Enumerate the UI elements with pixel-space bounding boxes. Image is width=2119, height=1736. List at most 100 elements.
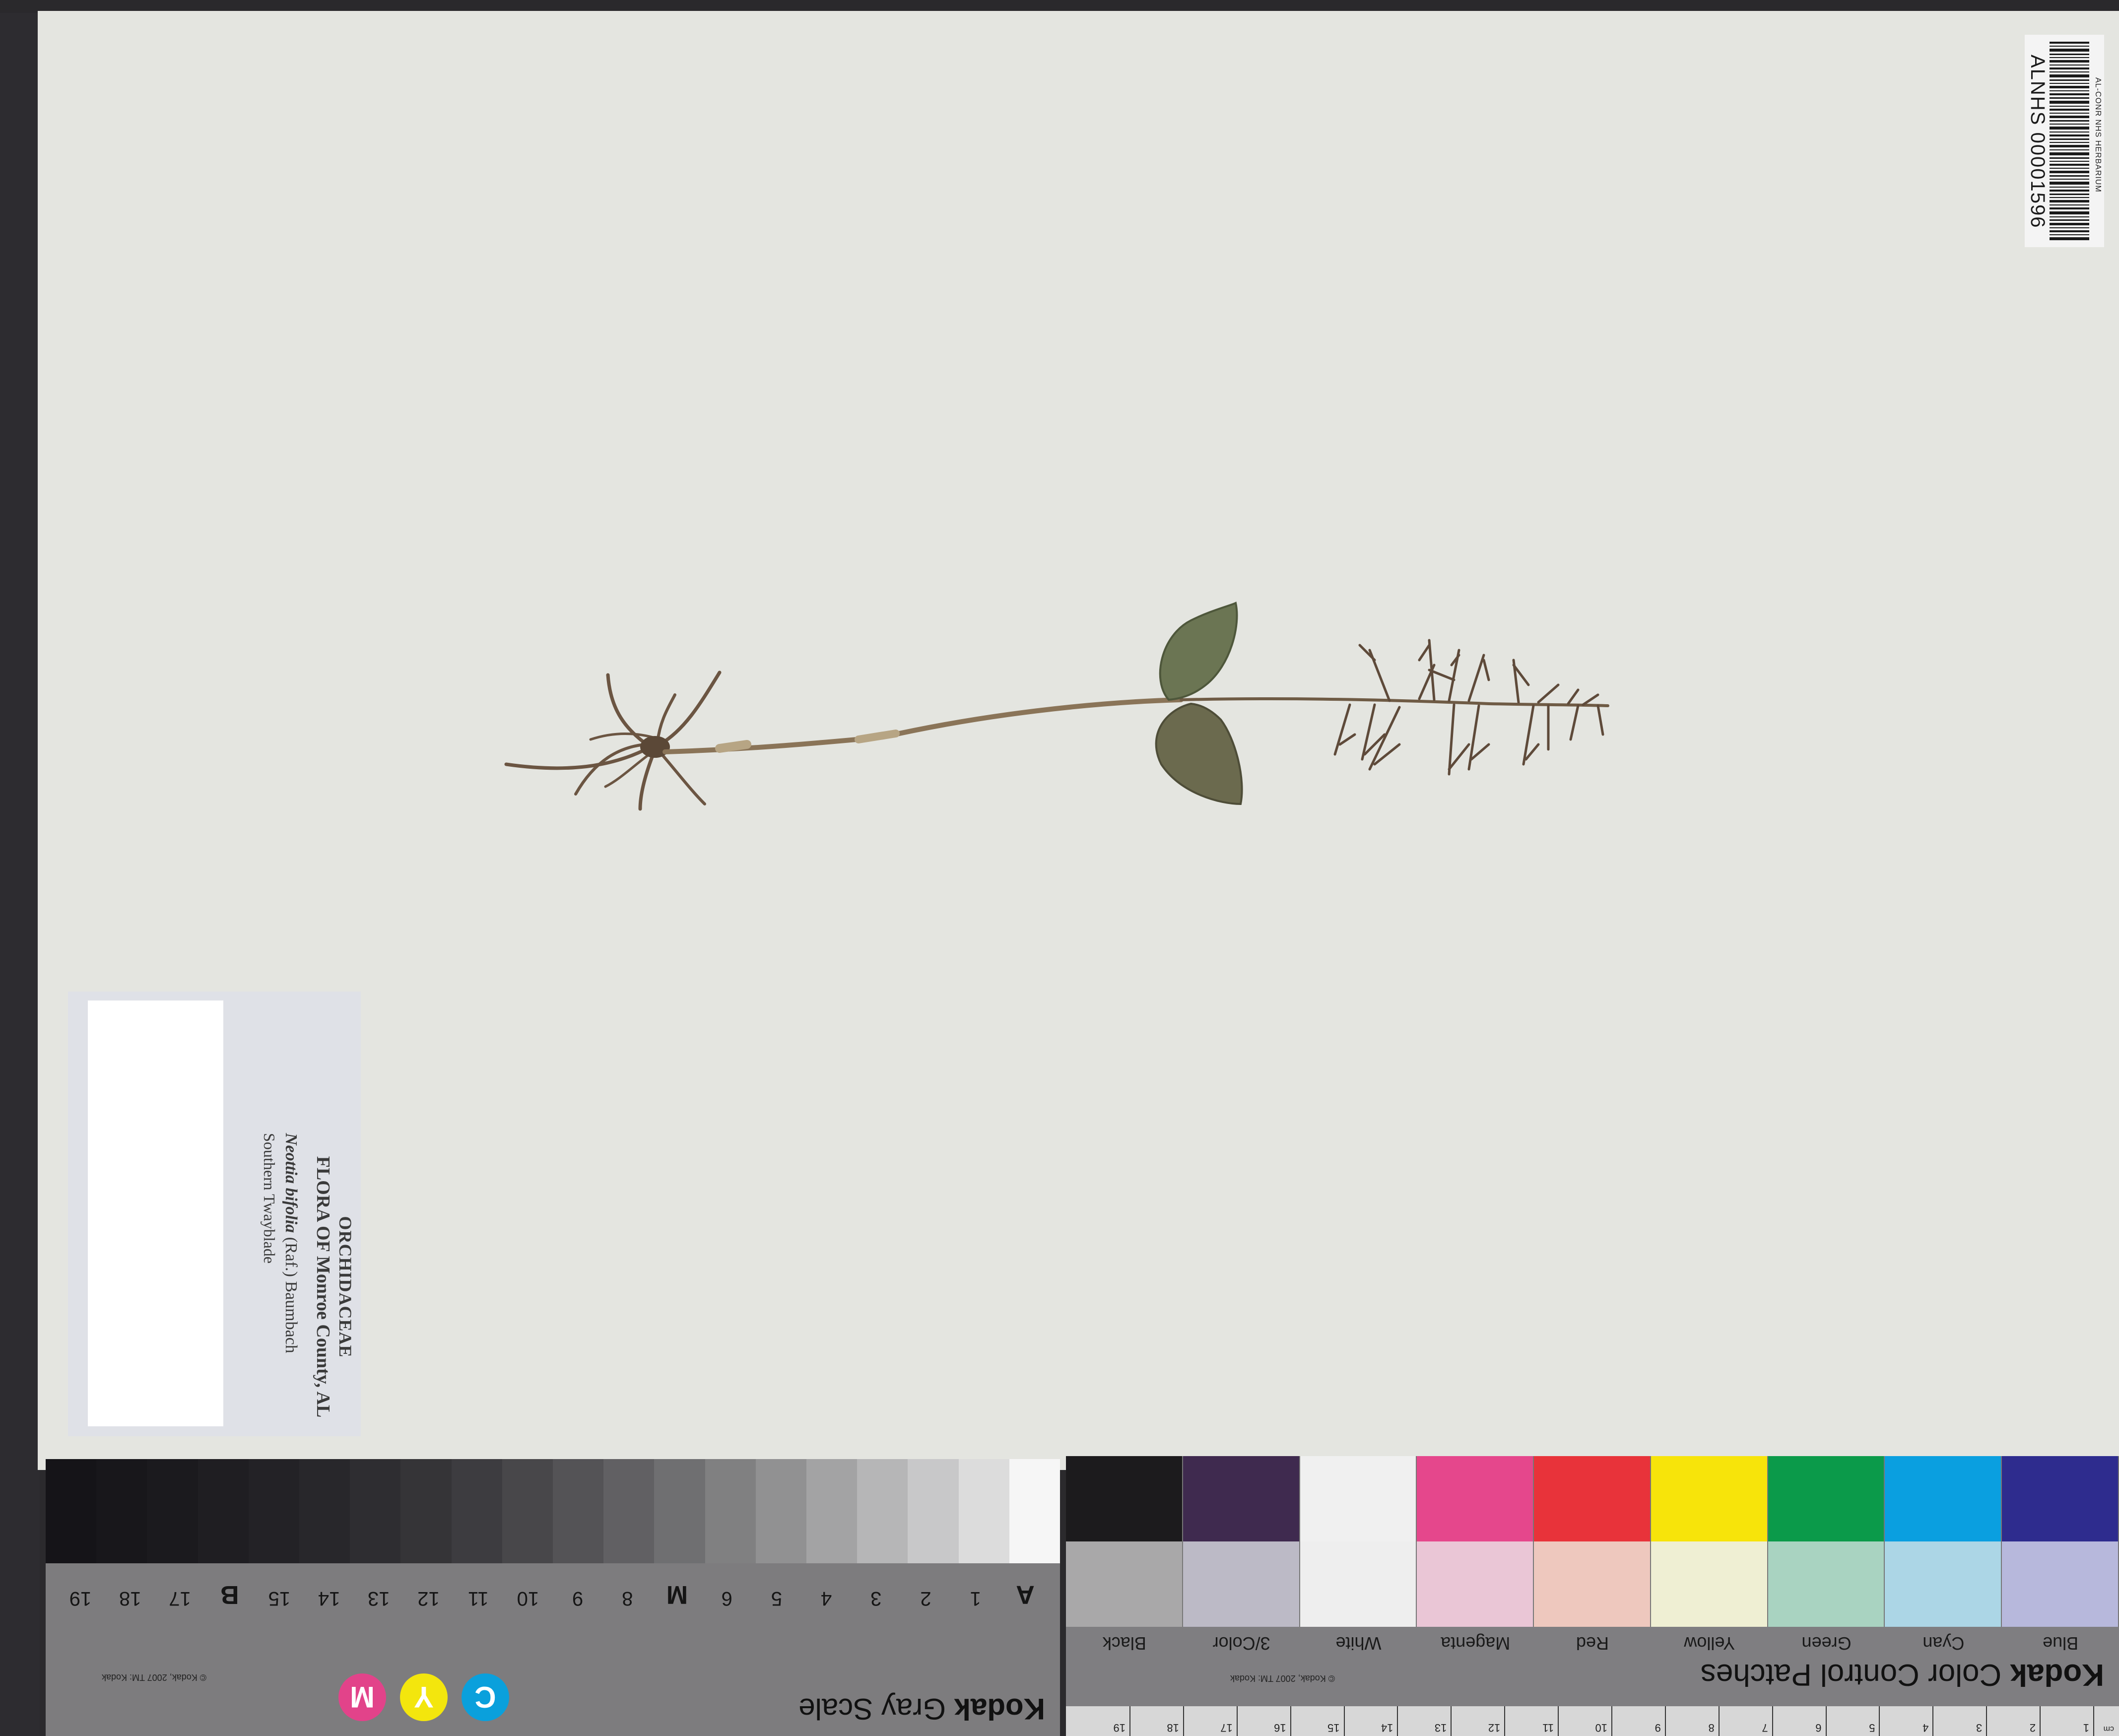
color-patch-bottom (1065, 1541, 1183, 1627)
color-patch-bottom (1183, 1541, 1300, 1627)
color-patch-top (1651, 1456, 1768, 1541)
gray-patch (857, 1459, 908, 1563)
ruler-tick-label: 13 (1434, 1722, 1447, 1734)
gray-patch (502, 1459, 553, 1563)
ruler-tick-label: 2 (2029, 1722, 2036, 1734)
gray-patch (96, 1459, 147, 1563)
herbarium-specimen-scene: ORCHIDACEAE FLORA OF Monroe County, AL N… (0, 0, 2119, 1736)
gray-tick-label: 18 (119, 1588, 141, 1609)
color-patch-name: Magenta (1441, 1633, 1511, 1654)
color-patch-name: 3/Color (1212, 1633, 1270, 1654)
gray-tick-label: 13 (368, 1588, 390, 1609)
cmy-letter: Y (413, 1680, 434, 1714)
ruler-tick-label: 8 (1708, 1722, 1715, 1734)
barcode-institution: AL-CONR NHS HERBARIUM (2094, 77, 2102, 193)
color-patch-name: Cyan (1922, 1633, 1965, 1654)
color-patch-bottom (1300, 1541, 1417, 1627)
gray-scale-name: Gray Scale (798, 1692, 946, 1726)
gray-patch (350, 1459, 401, 1563)
ruler-tick: 5 (1826, 1706, 1880, 1736)
ruler-tick-label: 11 (1542, 1722, 1554, 1734)
gray-tick-label: 19 (69, 1588, 92, 1609)
ruler-tick: 4 (1880, 1706, 1934, 1736)
color-patches-title: Kodak Color Control Patches (1701, 1657, 2104, 1692)
gray-tick-label: B (220, 1580, 239, 1609)
color-patch-names: Blue Cyan Green Yellow Red Magenta White 3/Colo… (1066, 1632, 2119, 1654)
gray-tick-labels: A 1 2 3 4 5 6 M 8 9 10 11 12 13 14 15 B 17 18 19 (56, 1575, 1050, 1609)
color-patches-bottom-row (1065, 1541, 2119, 1627)
ruler-tick-label: 19 (1113, 1722, 1126, 1734)
gray-patch (755, 1459, 806, 1563)
ruler-unit: cm (2103, 1725, 2114, 1733)
gray-tick-label: 8 (622, 1588, 633, 1609)
barcode-bars (2050, 42, 2089, 240)
gray-patch (451, 1459, 502, 1563)
ruler-tick: 17 (1184, 1706, 1238, 1736)
gray-tick-label: 1 (970, 1588, 981, 1609)
ruler-tick: 8 (1665, 1706, 1720, 1736)
kodak-gray-scale-card: A 1 2 3 4 5 6 M 8 9 10 11 12 13 14 15 B 17 18 19 Kodak Gray… (45, 1459, 1060, 1736)
ruler-tick: 6 (1773, 1706, 1827, 1736)
color-patch-name: Yellow (1684, 1633, 1735, 1654)
cmy-circle: C (462, 1673, 509, 1721)
ruler-tick-label: 4 (1922, 1722, 1929, 1734)
color-patch-bottom (1885, 1541, 2002, 1627)
gray-scale-lower: A 1 2 3 4 5 6 M 8 9 10 11 12 13 14 15 B 17 18 19 Kodak Gray… (46, 1563, 1060, 1736)
color-patch-top (1768, 1456, 1885, 1541)
ruler-tick: 7 (1719, 1706, 1773, 1736)
label-common-name: Southern Twayblade (261, 1133, 278, 1264)
gray-tick-label: 11 (467, 1588, 489, 1609)
gray-patch (45, 1459, 97, 1563)
label-family: ORCHIDACEAE (335, 1216, 355, 1358)
ruler-tick-label: 12 (1488, 1722, 1501, 1734)
color-patch-top (1417, 1456, 1534, 1541)
ruler-tick-label: 16 (1274, 1722, 1286, 1734)
kodak-color-patches-card: Blue Cyan Green Yellow Red Magenta White 3/Colo… (1065, 1456, 2119, 1736)
gray-patch (147, 1459, 198, 1563)
color-patch-bottom (1768, 1541, 1885, 1627)
ruler-tick-label: 14 (1381, 1722, 1393, 1734)
gray-scale-title: Kodak Gray Scale (798, 1692, 1045, 1726)
ruler-tick: 14 (1344, 1706, 1398, 1736)
color-patches-lower: Blue Cyan Green Yellow Red Magenta White 3/Colo… (1066, 1627, 2119, 1736)
gray-patch (654, 1459, 705, 1563)
ruler-tick: 11 (1505, 1706, 1559, 1736)
gray-tick-label: 2 (920, 1588, 931, 1609)
gray-tick-label: 9 (572, 1588, 584, 1609)
gray-tick-label: 4 (820, 1588, 832, 1609)
color-patch-name: Red (1576, 1633, 1609, 1654)
ruler-tick: 2 (1987, 1706, 2041, 1736)
gray-copyright: © Kodak, 2007 TM: Kodak (101, 1672, 206, 1682)
color-patch-top (1885, 1456, 2002, 1541)
color-patch-name: Black (1102, 1633, 1146, 1654)
gray-patch (198, 1459, 249, 1563)
ruler-tick: 13 (1398, 1706, 1452, 1736)
label-text-block: ORCHIDACEAE FLORA OF Monroe County, AL N… (227, 1133, 356, 1441)
ruler-tick-label: 18 (1167, 1722, 1179, 1734)
gray-patch (400, 1459, 452, 1563)
color-patch-bottom (1417, 1541, 1534, 1627)
gray-tick-label: 10 (517, 1588, 539, 1609)
ruler-tick-label: 17 (1220, 1722, 1233, 1734)
ruler-tick-label: 10 (1595, 1722, 1607, 1734)
cmy-circle: Y (400, 1673, 448, 1721)
label-species: Neottia bifolia (Raf.) Baumbach (281, 1133, 300, 1353)
gray-patch (908, 1459, 959, 1563)
gray-patches (45, 1459, 1060, 1563)
ruler-tick-label: 5 (1869, 1722, 1875, 1734)
color-patch-bottom (1651, 1541, 1768, 1627)
gray-tick-label: 17 (169, 1588, 191, 1609)
ruler-tick-label: 3 (1976, 1722, 1983, 1734)
gray-tick-label: A (1016, 1580, 1035, 1609)
color-patch-top (1065, 1456, 1183, 1541)
ruler-tick: 9 (1612, 1706, 1666, 1736)
cmy-circle: M (338, 1673, 386, 1721)
label-flora: FLORA OF Monroe County, AL (313, 1156, 333, 1418)
ruler-tick-label: 7 (1762, 1722, 1768, 1734)
color-patch-name: Green (1801, 1633, 1852, 1654)
ruler-tick: 12 (1452, 1706, 1506, 1736)
color-patch-bottom (1534, 1541, 1651, 1627)
ruler-tick-label: 15 (1327, 1722, 1340, 1734)
cm-ruler: cm 1 2 3 4 5 6 7 8 9 10 11 12 13 14 15 16 17 18 19 (1066, 1706, 2119, 1736)
gray-patch (603, 1459, 655, 1563)
